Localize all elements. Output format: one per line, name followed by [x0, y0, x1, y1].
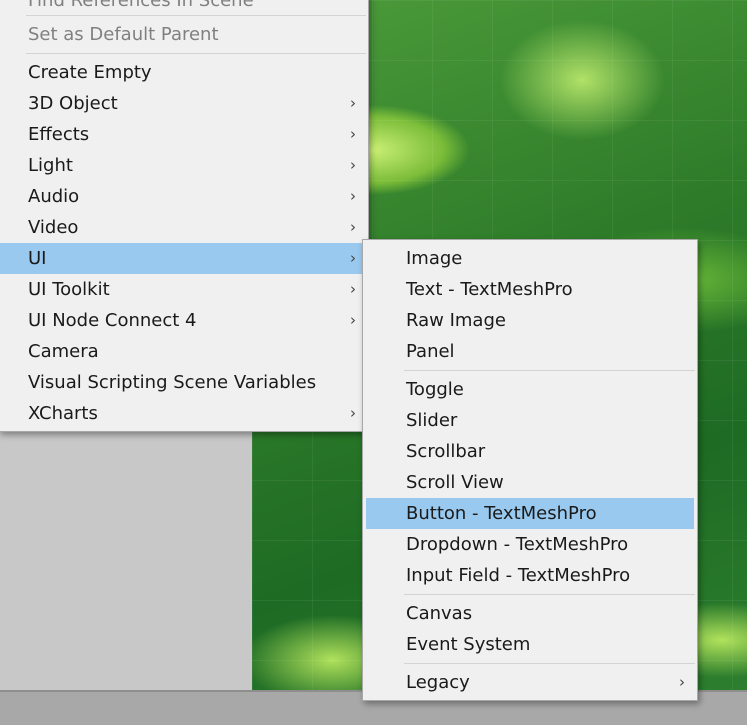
chevron-right-icon: ›: [350, 125, 356, 143]
chevron-right-icon: ›: [350, 218, 356, 236]
menu-item-audio[interactable]: Audio ›: [0, 181, 368, 212]
submenu-item-slider[interactable]: Slider: [363, 405, 697, 436]
ui-submenu: Image Text - TextMeshPro Raw Image Panel…: [362, 239, 698, 701]
submenu-item-event-system[interactable]: Event System: [363, 629, 697, 660]
submenu-item-scrollbar[interactable]: Scrollbar: [363, 436, 697, 467]
submenu-item-dropdown-textmeshpro[interactable]: Dropdown - TextMeshPro: [363, 529, 697, 560]
submenu-item-raw-image[interactable]: Raw Image: [363, 305, 697, 336]
menu-item-video[interactable]: Video ›: [0, 212, 368, 243]
menu-separator: [26, 53, 366, 54]
menu-item-effects[interactable]: Effects ›: [0, 119, 368, 150]
menu-separator: [26, 15, 366, 16]
menu-item-ui[interactable]: UI ›: [0, 243, 368, 274]
submenu-item-button-textmeshpro[interactable]: Button - TextMeshPro: [366, 498, 694, 529]
submenu-item-panel[interactable]: Panel: [363, 336, 697, 367]
menu-item-set-default-parent: Set as Default Parent: [28, 24, 219, 45]
menu-item-3d-object[interactable]: 3D Object ›: [0, 88, 368, 119]
chevron-right-icon: ›: [350, 156, 356, 174]
submenu-item-image[interactable]: Image: [363, 243, 697, 274]
chevron-right-icon: ›: [350, 94, 356, 112]
menu-item-visual-scripting-scene-variables[interactable]: Visual Scripting Scene Variables: [0, 367, 368, 398]
menu-item-light[interactable]: Light ›: [0, 150, 368, 181]
menu-item-ui-toolkit[interactable]: UI Toolkit ›: [0, 274, 368, 305]
menu-item-find-references: Find References In Scene: [28, 0, 254, 11]
submenu-item-canvas[interactable]: Canvas: [363, 598, 697, 629]
gameobject-context-menu: Find References In Scene Set as Default …: [0, 0, 369, 432]
menu-item-camera[interactable]: Camera: [0, 336, 368, 367]
submenu-item-toggle[interactable]: Toggle: [363, 374, 697, 405]
menu-separator: [404, 663, 695, 664]
chevron-right-icon: ›: [350, 280, 356, 298]
menu-item-xcharts[interactable]: XCharts ›: [0, 398, 368, 429]
menu-separator: [404, 594, 695, 595]
chevron-right-icon: ›: [679, 673, 685, 691]
submenu-item-scroll-view[interactable]: Scroll View: [363, 467, 697, 498]
submenu-item-input-field-textmeshpro[interactable]: Input Field - TextMeshPro: [363, 560, 697, 591]
chevron-right-icon: ›: [350, 311, 356, 329]
menu-item-ui-node-connect[interactable]: UI Node Connect 4 ›: [0, 305, 368, 336]
menu-separator: [404, 370, 695, 371]
submenu-item-text-textmeshpro[interactable]: Text - TextMeshPro: [363, 274, 697, 305]
menu-item-create-empty[interactable]: Create Empty: [0, 57, 368, 88]
chevron-right-icon: ›: [350, 187, 356, 205]
chevron-right-icon: ›: [350, 249, 356, 267]
chevron-right-icon: ›: [350, 404, 356, 422]
submenu-item-legacy[interactable]: Legacy ›: [363, 667, 697, 698]
